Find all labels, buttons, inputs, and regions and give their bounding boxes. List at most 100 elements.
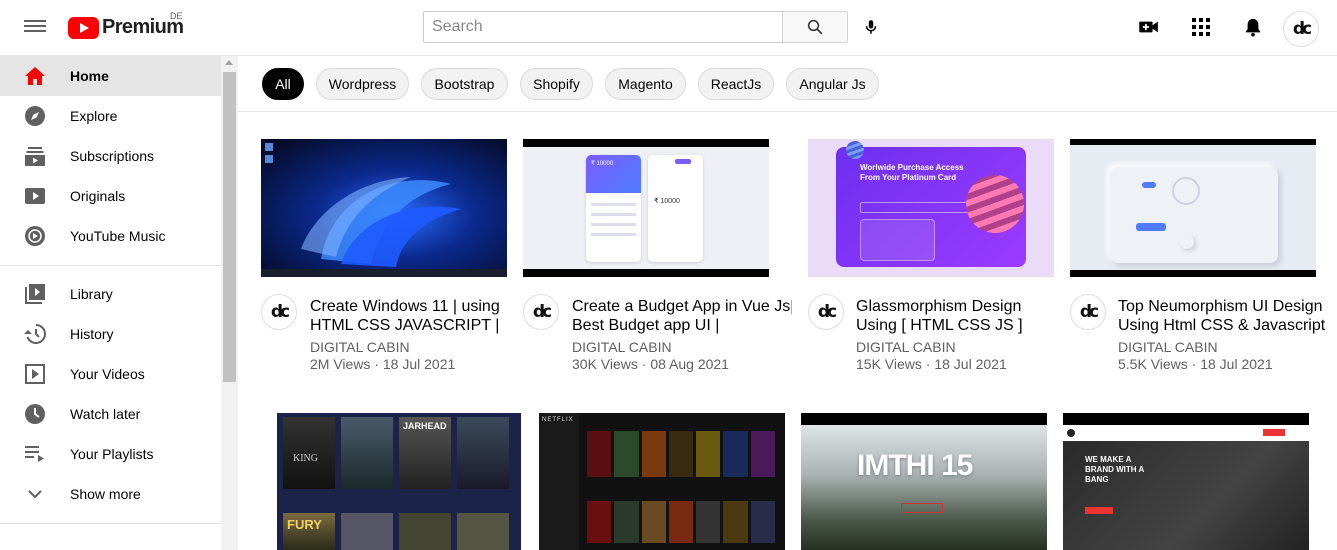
windows-11-wallpaper-image [261,139,507,277]
chip-magento[interactable]: Magento [605,68,686,100]
video-title-line-2[interactable]: Best Budget app UI | [572,316,792,335]
budget-input-value: ₹ 10000 [654,198,680,205]
channel-avatar[interactable]: dc [808,294,844,330]
history-icon [24,323,46,345]
movie-poster [399,513,451,550]
channel-avatar[interactable]: dc [261,294,297,330]
sidebar-item-originals[interactable]: Originals [0,176,221,216]
playlist-icon [24,443,46,465]
glass-headline-2: From Your Platinum Card [860,173,957,182]
agency-headline-1: WE MAKE A [1085,455,1132,464]
create-video-button[interactable] [1136,14,1162,40]
sidebar-item-label: Originals [70,188,126,204]
video-thumbnail-netflix-clone[interactable]: NETFLIX [539,413,785,550]
sidebar-scrollbar[interactable] [221,56,238,550]
music-icon [24,225,46,247]
budget-card-right: ₹ 10000 [648,155,703,262]
video-title-line-2[interactable]: Using Html CSS & Javascript [1118,316,1337,335]
chip-reactjs[interactable]: ReactJs [698,68,774,100]
youtube-play-logo-icon [68,16,99,39]
account-avatar[interactable]: dc [1283,11,1319,47]
sidebar-item-label: Watch later [70,406,141,422]
sidebar-item-subscriptions[interactable]: Subscriptions [0,136,221,176]
glass-headline-1: Worlwide Purchase Access [860,163,964,172]
netflix-poster-row [587,501,775,543]
scrollbar-thumb[interactable] [223,72,236,382]
channel-avatar[interactable]: dc [1070,294,1106,330]
search-button[interactable] [782,11,848,43]
sidebar-item-watch-later[interactable]: Watch later [0,394,221,434]
video-thumbnail-agency-site[interactable]: WE MAKE A BRAND WITH A BANG [1063,413,1309,550]
movie-poster: JARHEAD [399,417,451,489]
sidebar-item-explore[interactable]: Explore [0,96,221,136]
chip-wordpress[interactable]: Wordpress [316,68,409,100]
apps-button[interactable] [1188,14,1214,40]
budget-balance: ₹ 10000 [586,155,641,193]
channel-name[interactable]: DIGITAL CABIN [310,339,410,355]
movie-poster-title: FURY [287,517,322,532]
video-thumbnail-movie-app[interactable]: KING JARHEAD FURY [277,413,521,550]
sidebar-item-your-playlists[interactable]: Your Playlists [0,434,221,474]
sidebar-item-label: History [70,326,114,342]
imthi-headline: IMTHI 15 [857,449,973,482]
dc-logo-icon: dc [1292,19,1312,39]
sidebar-item-history[interactable]: History [0,314,221,354]
chevron-down-icon [24,483,46,505]
sidebar-item-show-more[interactable]: Show more [0,474,221,514]
movie-poster-title: KING [293,453,318,464]
video-thumbnail-neumorphism[interactable] [1070,139,1316,277]
movie-poster [341,417,393,489]
video-title-line-2[interactable]: HTML CSS JAVASCRIPT | [310,316,530,335]
chip-angular-js[interactable]: Angular Js [786,68,879,100]
video-title-line-2[interactable]: Using [ HTML CSS JS ] [856,316,1076,335]
video-title-line-1[interactable]: Glassmorphism Design [856,297,1076,316]
sidebar-item-label: Home [70,68,109,84]
channel-name[interactable]: DIGITAL CABIN [572,339,672,355]
your-videos-icon [24,363,46,385]
video-title-line-1[interactable]: Top Neumorphism UI Design [1118,297,1337,316]
dc-logo-icon: dc [817,302,837,322]
sidebar-item-label: Your Videos [70,366,145,382]
chip-shopify[interactable]: Shopify [520,68,593,100]
youtube-premium-logo[interactable]: Premium DE [68,11,184,39]
chip-all[interactable]: All [262,68,304,100]
budget-card-left: ₹ 10000 [586,155,641,262]
sidebar-item-label: Library [70,286,113,302]
netflix-sidebar: NETFLIX [539,413,579,550]
top-bar: Premium DE dc [0,0,1337,56]
dc-logo-icon: dc [270,302,290,322]
video-title-line-1[interactable]: Create Windows 11 | using [310,297,530,316]
microphone-icon [865,20,877,34]
sidebar-item-label: Show more [70,486,141,502]
video-title-line-1[interactable]: Create a Budget App in Vue Js| [572,297,792,316]
sidebar-item-your-videos[interactable]: Your Videos [0,354,221,394]
sidebar-item-youtube-music[interactable]: YouTube Music [0,216,221,256]
channel-avatar[interactable]: dc [523,294,559,330]
channel-name[interactable]: DIGITAL CABIN [1118,339,1218,355]
movie-poster [341,513,393,550]
sidebar-divider [0,265,221,266]
video-thumbnail-imthi-15[interactable]: IMTHI 15 [801,413,1047,550]
menu-icon[interactable] [24,17,46,39]
agency-navbar [1063,425,1309,441]
notifications-button[interactable] [1240,14,1266,40]
video-thumbnail-windows-11[interactable] [261,139,507,277]
movie-poster-title: JARHEAD [403,421,447,431]
video-thumbnail-budget-app[interactable]: ₹ 10000 ₹ 10000 [523,139,769,277]
sidebar-item-library[interactable]: Library [0,274,221,314]
voice-search-button[interactable] [856,12,886,42]
compass-icon [24,105,46,127]
video-stats: 30K Views · 08 Aug 2021 [572,356,729,372]
channel-name[interactable]: DIGITAL CABIN [856,339,956,355]
agency-headline-2: BRAND WITH A [1085,465,1145,474]
subscriptions-icon [24,145,46,167]
search-input[interactable] [423,11,783,43]
video-thumbnail-glassmorphism[interactable]: Worlwide Purchase Access From Your Plati… [808,139,1054,277]
neumorphism-screen [1070,145,1316,270]
dc-logo-icon: dc [1079,302,1099,322]
search-icon [807,19,823,35]
sidebar-item-home[interactable]: Home [0,56,221,96]
scroll-up-arrow-icon[interactable] [225,60,233,65]
chip-bootstrap[interactable]: Bootstrap [421,68,508,100]
budget-app-screen: ₹ 10000 ₹ 10000 [523,147,769,269]
